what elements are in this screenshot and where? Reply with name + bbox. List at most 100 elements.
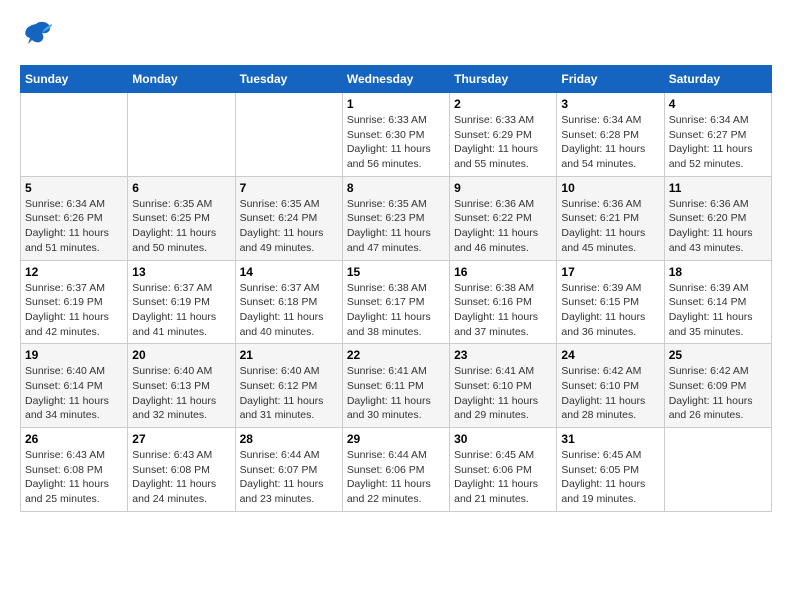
sunset: Sunset: 6:11 PM bbox=[347, 380, 424, 392]
day-number: 20 bbox=[132, 348, 230, 362]
day-of-week-header: Tuesday bbox=[235, 66, 342, 93]
calendar-day-cell: 19 Sunrise: 6:40 AM Sunset: 6:14 PM Dayl… bbox=[21, 344, 128, 428]
sunset: Sunset: 6:17 PM bbox=[347, 296, 425, 308]
calendar-day-cell: 25 Sunrise: 6:42 AM Sunset: 6:09 PM Dayl… bbox=[664, 344, 771, 428]
day-number: 5 bbox=[25, 181, 123, 195]
day-of-week-header: Thursday bbox=[450, 66, 557, 93]
page-header bbox=[20, 20, 772, 55]
daylight: Daylight: 11 hours and 51 minutes. bbox=[25, 227, 109, 254]
calendar-week-row: 19 Sunrise: 6:40 AM Sunset: 6:14 PM Dayl… bbox=[21, 344, 772, 428]
sunset: Sunset: 6:19 PM bbox=[132, 296, 210, 308]
daylight: Daylight: 11 hours and 55 minutes. bbox=[454, 143, 538, 170]
day-info: Sunrise: 6:39 AM Sunset: 6:15 PM Dayligh… bbox=[561, 281, 659, 340]
day-number: 15 bbox=[347, 265, 445, 279]
sunset: Sunset: 6:05 PM bbox=[561, 464, 639, 476]
day-info: Sunrise: 6:44 AM Sunset: 6:07 PM Dayligh… bbox=[240, 448, 338, 507]
sunset: Sunset: 6:08 PM bbox=[25, 464, 103, 476]
daylight: Daylight: 11 hours and 25 minutes. bbox=[25, 478, 109, 505]
calendar-day-cell: 27 Sunrise: 6:43 AM Sunset: 6:08 PM Dayl… bbox=[128, 428, 235, 512]
calendar-week-row: 12 Sunrise: 6:37 AM Sunset: 6:19 PM Dayl… bbox=[21, 260, 772, 344]
daylight: Daylight: 11 hours and 19 minutes. bbox=[561, 478, 645, 505]
sunset: Sunset: 6:08 PM bbox=[132, 464, 210, 476]
day-info: Sunrise: 6:38 AM Sunset: 6:16 PM Dayligh… bbox=[454, 281, 552, 340]
sunrise: Sunrise: 6:35 AM bbox=[132, 198, 212, 210]
calendar-day-cell: 18 Sunrise: 6:39 AM Sunset: 6:14 PM Dayl… bbox=[664, 260, 771, 344]
sunrise: Sunrise: 6:36 AM bbox=[561, 198, 641, 210]
sunset: Sunset: 6:24 PM bbox=[240, 212, 318, 224]
daylight: Daylight: 11 hours and 29 minutes. bbox=[454, 395, 538, 422]
day-number: 4 bbox=[669, 97, 767, 111]
calendar-header-row: SundayMondayTuesdayWednesdayThursdayFrid… bbox=[21, 66, 772, 93]
day-info: Sunrise: 6:33 AM Sunset: 6:30 PM Dayligh… bbox=[347, 113, 445, 172]
sunrise: Sunrise: 6:39 AM bbox=[669, 282, 749, 294]
day-number: 8 bbox=[347, 181, 445, 195]
sunset: Sunset: 6:15 PM bbox=[561, 296, 639, 308]
day-of-week-header: Sunday bbox=[21, 66, 128, 93]
day-number: 3 bbox=[561, 97, 659, 111]
day-info: Sunrise: 6:36 AM Sunset: 6:20 PM Dayligh… bbox=[669, 197, 767, 256]
sunrise: Sunrise: 6:38 AM bbox=[347, 282, 427, 294]
day-info: Sunrise: 6:35 AM Sunset: 6:23 PM Dayligh… bbox=[347, 197, 445, 256]
sunrise: Sunrise: 6:42 AM bbox=[561, 365, 641, 377]
sunrise: Sunrise: 6:33 AM bbox=[347, 114, 427, 126]
day-number: 12 bbox=[25, 265, 123, 279]
daylight: Daylight: 11 hours and 50 minutes. bbox=[132, 227, 216, 254]
daylight: Daylight: 11 hours and 30 minutes. bbox=[347, 395, 431, 422]
sunset: Sunset: 6:21 PM bbox=[561, 212, 639, 224]
daylight: Daylight: 11 hours and 45 minutes. bbox=[561, 227, 645, 254]
calendar-day-cell: 11 Sunrise: 6:36 AM Sunset: 6:20 PM Dayl… bbox=[664, 176, 771, 260]
day-info: Sunrise: 6:35 AM Sunset: 6:24 PM Dayligh… bbox=[240, 197, 338, 256]
day-info: Sunrise: 6:43 AM Sunset: 6:08 PM Dayligh… bbox=[132, 448, 230, 507]
daylight: Daylight: 11 hours and 37 minutes. bbox=[454, 311, 538, 338]
sunset: Sunset: 6:06 PM bbox=[454, 464, 532, 476]
day-info: Sunrise: 6:36 AM Sunset: 6:21 PM Dayligh… bbox=[561, 197, 659, 256]
calendar-week-row: 5 Sunrise: 6:34 AM Sunset: 6:26 PM Dayli… bbox=[21, 176, 772, 260]
day-info: Sunrise: 6:33 AM Sunset: 6:29 PM Dayligh… bbox=[454, 113, 552, 172]
day-number: 7 bbox=[240, 181, 338, 195]
day-number: 10 bbox=[561, 181, 659, 195]
logo-bird-icon bbox=[20, 20, 52, 50]
day-number: 17 bbox=[561, 265, 659, 279]
daylight: Daylight: 11 hours and 54 minutes. bbox=[561, 143, 645, 170]
day-number: 19 bbox=[25, 348, 123, 362]
day-number: 24 bbox=[561, 348, 659, 362]
sunset: Sunset: 6:06 PM bbox=[347, 464, 425, 476]
day-info: Sunrise: 6:41 AM Sunset: 6:10 PM Dayligh… bbox=[454, 364, 552, 423]
sunset: Sunset: 6:10 PM bbox=[561, 380, 639, 392]
calendar-day-cell: 1 Sunrise: 6:33 AM Sunset: 6:30 PM Dayli… bbox=[342, 93, 449, 177]
sunset: Sunset: 6:20 PM bbox=[669, 212, 747, 224]
calendar-day-cell: 15 Sunrise: 6:38 AM Sunset: 6:17 PM Dayl… bbox=[342, 260, 449, 344]
sunset: Sunset: 6:19 PM bbox=[25, 296, 103, 308]
daylight: Daylight: 11 hours and 22 minutes. bbox=[347, 478, 431, 505]
sunset: Sunset: 6:30 PM bbox=[347, 129, 425, 141]
daylight: Daylight: 11 hours and 28 minutes. bbox=[561, 395, 645, 422]
day-number: 30 bbox=[454, 432, 552, 446]
daylight: Daylight: 11 hours and 49 minutes. bbox=[240, 227, 324, 254]
calendar-day-cell: 28 Sunrise: 6:44 AM Sunset: 6:07 PM Dayl… bbox=[235, 428, 342, 512]
calendar-day-cell: 14 Sunrise: 6:37 AM Sunset: 6:18 PM Dayl… bbox=[235, 260, 342, 344]
day-info: Sunrise: 6:44 AM Sunset: 6:06 PM Dayligh… bbox=[347, 448, 445, 507]
sunrise: Sunrise: 6:45 AM bbox=[561, 449, 641, 461]
day-number: 14 bbox=[240, 265, 338, 279]
day-info: Sunrise: 6:41 AM Sunset: 6:11 PM Dayligh… bbox=[347, 364, 445, 423]
daylight: Daylight: 11 hours and 42 minutes. bbox=[25, 311, 109, 338]
day-number: 23 bbox=[454, 348, 552, 362]
sunrise: Sunrise: 6:38 AM bbox=[454, 282, 534, 294]
sunrise: Sunrise: 6:44 AM bbox=[240, 449, 320, 461]
daylight: Daylight: 11 hours and 36 minutes. bbox=[561, 311, 645, 338]
sunrise: Sunrise: 6:33 AM bbox=[454, 114, 534, 126]
sunset: Sunset: 6:29 PM bbox=[454, 129, 532, 141]
day-number: 26 bbox=[25, 432, 123, 446]
sunrise: Sunrise: 6:41 AM bbox=[454, 365, 534, 377]
daylight: Daylight: 11 hours and 26 minutes. bbox=[669, 395, 753, 422]
sunrise: Sunrise: 6:35 AM bbox=[240, 198, 320, 210]
day-info: Sunrise: 6:42 AM Sunset: 6:09 PM Dayligh… bbox=[669, 364, 767, 423]
day-number: 18 bbox=[669, 265, 767, 279]
day-number: 11 bbox=[669, 181, 767, 195]
daylight: Daylight: 11 hours and 35 minutes. bbox=[669, 311, 753, 338]
daylight: Daylight: 11 hours and 43 minutes. bbox=[669, 227, 753, 254]
sunrise: Sunrise: 6:35 AM bbox=[347, 198, 427, 210]
day-number: 29 bbox=[347, 432, 445, 446]
day-number: 28 bbox=[240, 432, 338, 446]
daylight: Daylight: 11 hours and 47 minutes. bbox=[347, 227, 431, 254]
